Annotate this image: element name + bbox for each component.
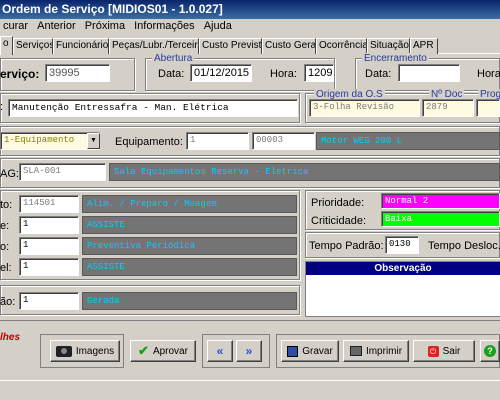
printer-icon (349, 346, 362, 356)
aprovar-button[interactable]: ✔ Aprovar (130, 340, 196, 362)
situation-label: ão: (0, 296, 16, 308)
aprovar-button-label: Aprovar (152, 345, 188, 357)
row-label-4: el: (0, 262, 12, 274)
encerramento-data-label: Data: (365, 68, 392, 80)
menu-bar: curar Anterior Próxima Informações Ajuda (0, 19, 500, 34)
menu-procurar[interactable]: curar (0, 19, 31, 32)
gravar-button-label: Gravar (302, 345, 333, 357)
responsible-field[interactable]: 1 (19, 258, 79, 276)
footer-divider (0, 320, 500, 321)
imprimir-button[interactable]: Imprimir (343, 340, 409, 362)
abertura-title: Abertura (152, 53, 195, 64)
row-field-2[interactable]: 1 (19, 216, 79, 234)
imprimir-button-label: Imprimir (365, 345, 403, 357)
tag-label: AG: (0, 168, 19, 180)
encerramento-title: Encerramento (362, 53, 429, 64)
tab-geral[interactable]: o (0, 36, 13, 55)
travel-time-label: Tempo Desloc. (428, 240, 500, 252)
previous-button[interactable]: « (207, 340, 233, 362)
cost-center-display: Alim. / Preparo / Moagem (82, 195, 297, 213)
tag-description-display: Sala Equipamentos Reserva - Eletrica (109, 163, 500, 181)
tab-ocorrencia[interactable]: Ocorrência (316, 38, 367, 54)
description-label-fragment: : (0, 101, 4, 113)
encerramento-hora-label: Hora (477, 68, 500, 80)
row-display-2: ASSISTE (82, 216, 297, 234)
help-button[interactable]: ? (480, 340, 500, 362)
equipment-label: Equipamento: (115, 136, 183, 148)
double-chevron-left-icon: « (216, 344, 224, 358)
next-button[interactable]: » (236, 340, 262, 362)
row-label-1: to: (0, 199, 13, 211)
equipment-type-select[interactable]: 1-Equipamento (0, 132, 100, 150)
observation-textarea[interactable] (306, 275, 500, 316)
encerramento-data-field[interactable] (398, 64, 460, 82)
footer-status-text: lhes (0, 332, 21, 343)
gravar-button[interactable]: Gravar (281, 340, 339, 362)
priority-field[interactable]: Normal 2 (381, 193, 500, 209)
tab-custo-previsto[interactable]: Custo Previsto (199, 38, 262, 54)
criticality-field[interactable]: Baixa (381, 211, 500, 227)
tag-field[interactable]: SLA-001 (19, 163, 106, 181)
responsible-display: ASSISTE (82, 258, 297, 276)
situation-field[interactable]: 1 (19, 292, 79, 310)
tab-situacao[interactable]: Situação (367, 38, 410, 54)
checkmark-icon: ✔ (138, 343, 149, 358)
floppy-disk-icon (287, 345, 299, 357)
abertura-hora-field[interactable]: 1209 (304, 64, 334, 82)
service-label: erviço: (0, 67, 40, 81)
window-title-bar: Ordem de Serviço [MIDIOS01 - 1.0.027] (0, 0, 500, 19)
origem-field[interactable]: 3-Folha Revisão (309, 99, 420, 117)
equipment-name-display: Motor WEG 200 L (316, 132, 500, 150)
tab-bar: o Serviços Funcionários Peças/Lubr./Terc… (0, 36, 500, 55)
camera-icon (55, 345, 72, 357)
tab-funcionarios[interactable]: Funcionários (53, 38, 109, 54)
criticality-label: Criticidade: (311, 215, 367, 227)
abertura-hora-label: Hora: (270, 68, 297, 80)
observation-title: Observação (306, 262, 500, 275)
abertura-data-label: Data: (158, 68, 185, 80)
tab-custo-geral[interactable]: Custo Geral (262, 38, 316, 54)
row-label-3: o: (0, 241, 10, 253)
priority-label: Prioridade: (311, 197, 365, 209)
prog-field[interactable] (476, 99, 500, 117)
situation-display: Gerada (82, 292, 297, 310)
maintenance-type-display: Preventiva Periódica (82, 237, 297, 255)
service-number-field[interactable]: 39995 (45, 64, 110, 82)
ndoc-field[interactable]: 2879 (422, 99, 474, 117)
menu-ajuda[interactable]: Ajuda (201, 19, 235, 32)
sair-button-label: Sair (442, 345, 461, 357)
window-title: Ordem de Serviço [MIDIOS01 - 1.0.027] (2, 2, 223, 16)
imagens-button-label: Imagens (75, 345, 115, 357)
cost-center-field[interactable]: 114501 (19, 195, 79, 213)
abertura-data-field[interactable]: 01/12/2015 (190, 64, 252, 82)
chevron-down-icon[interactable]: ▼ (87, 133, 100, 149)
tab-pecas[interactable]: Peças/Lubr./Terceiro (109, 38, 199, 54)
standard-time-label: Tempo Padrão: (309, 240, 384, 252)
tab-servicos[interactable]: Serviços (13, 38, 53, 54)
description-field[interactable]: Manutenção Entressafra - Man. Elétrica (8, 99, 298, 117)
menu-informacoes[interactable]: Informações (131, 19, 198, 32)
help-icon: ? (484, 345, 496, 357)
menu-anterior[interactable]: Anterior (34, 19, 79, 32)
exit-icon: ⏻ (427, 345, 439, 357)
equipment-number-field[interactable]: 00003 (252, 132, 315, 150)
sair-button[interactable]: ⏻ Sair (413, 340, 475, 362)
standard-time-field[interactable]: 0130 (385, 236, 419, 254)
maintenance-type-field[interactable]: 1 (19, 237, 79, 255)
row-label-2: e: (0, 220, 10, 232)
equipment-code-field[interactable]: 1 (186, 132, 249, 150)
double-chevron-right-icon: » (245, 344, 253, 358)
imagens-button[interactable]: Imagens (50, 340, 120, 362)
tab-apr[interactable]: APR (410, 38, 438, 54)
menu-proxima[interactable]: Próxima (82, 19, 128, 32)
status-bar (0, 380, 500, 400)
